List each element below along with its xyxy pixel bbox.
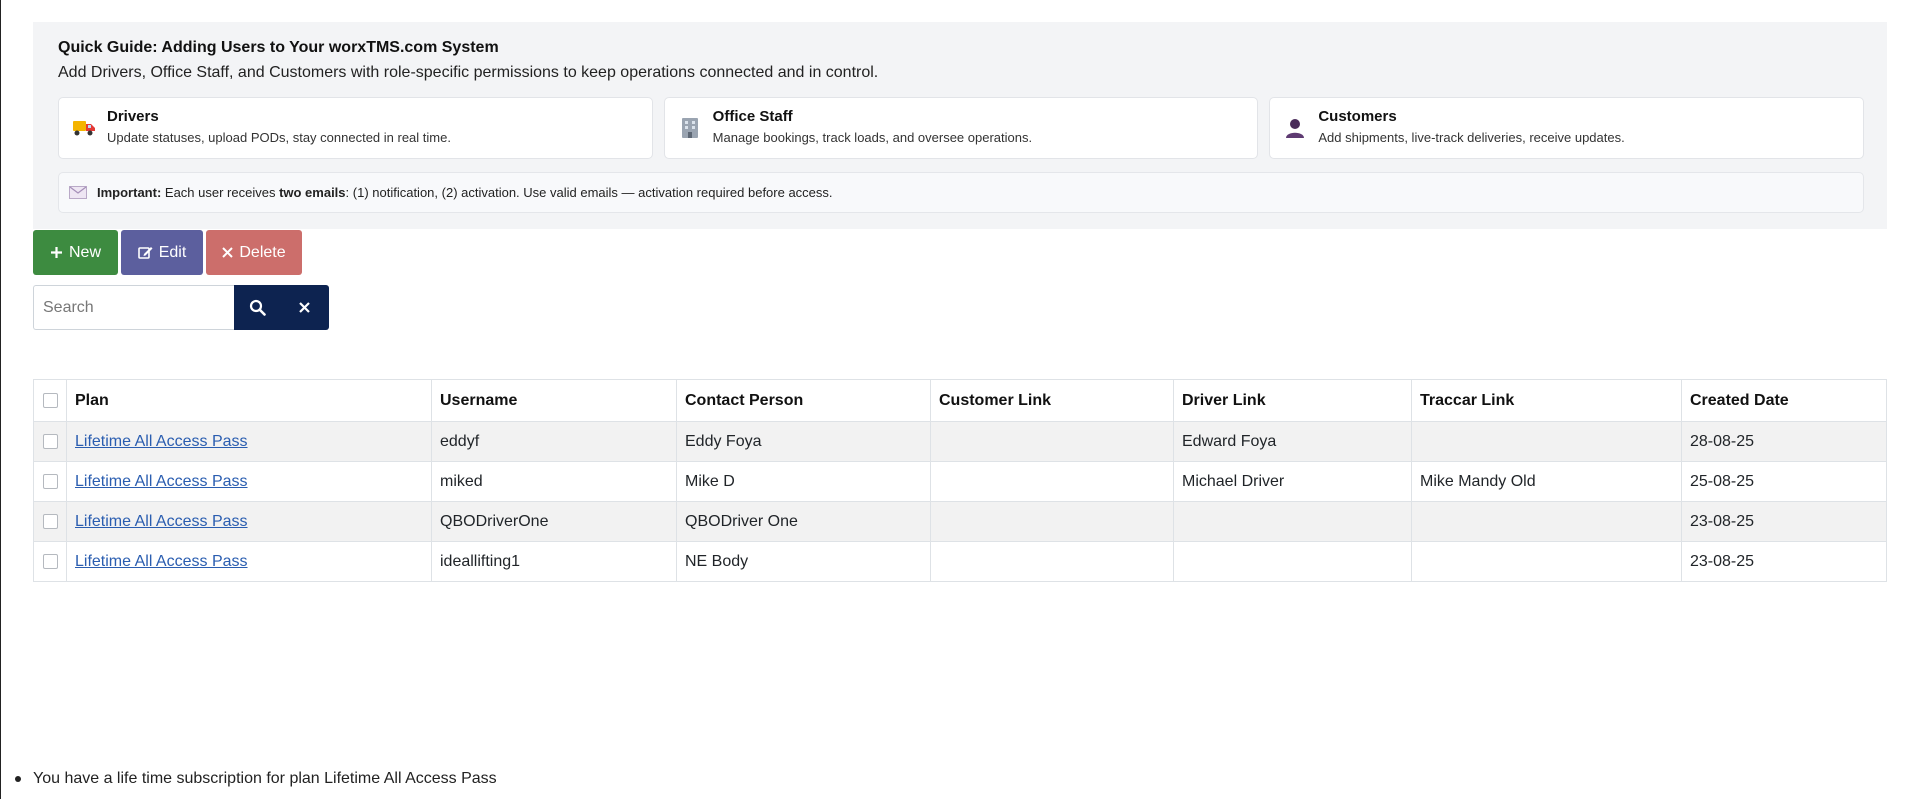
bullet-icon: [15, 776, 21, 782]
row-checkbox[interactable]: [42, 553, 58, 569]
card-description: Update statuses, upload PODs, stay conne…: [107, 130, 451, 145]
column-header-traccar-link[interactable]: Traccar Link: [1411, 379, 1682, 422]
plan-link[interactable]: Lifetime All Access Pass: [75, 473, 248, 490]
select-all-checkbox[interactable]: [42, 392, 58, 408]
username-cell: QBODriverOne: [431, 501, 677, 542]
delete-button-label: Delete: [239, 243, 286, 261]
column-header-created-date[interactable]: Created Date: [1681, 379, 1887, 422]
clear-search-button[interactable]: [281, 285, 328, 330]
row-select-cell: [33, 461, 67, 502]
card-title: Office Staff: [712, 108, 793, 125]
search-buttons: [234, 285, 329, 330]
truck-icon: [71, 115, 97, 141]
traccar-link-cell: [1411, 421, 1682, 462]
plan-link[interactable]: Lifetime All Access Pass: [75, 513, 248, 530]
quick-guide-panel: Quick Guide: Adding Users to Your worxTM…: [33, 22, 1887, 229]
edit-button[interactable]: Edit: [121, 230, 203, 275]
created-date-cell: 25-08-25: [1681, 461, 1887, 502]
plus-icon: [50, 247, 62, 258]
contact-cell: QBODriver One: [676, 501, 931, 542]
delete-button[interactable]: Delete: [206, 230, 302, 275]
new-button-label: New: [68, 243, 101, 261]
search-button[interactable]: [234, 285, 281, 330]
traccar-link-cell: [1411, 541, 1682, 582]
search-bar: [33, 285, 329, 330]
column-header-plan[interactable]: Plan: [66, 379, 432, 422]
column-header-customer-link[interactable]: Customer Link: [930, 379, 1174, 422]
row-checkbox[interactable]: [42, 433, 58, 449]
important-text-b: : (1) notification, (2) activation. Use …: [345, 185, 833, 200]
traccar-link-cell: [1411, 501, 1682, 542]
close-icon: [222, 247, 234, 258]
toolbar: New Edit Delete: [33, 230, 302, 275]
important-emphasis: two emails: [279, 185, 346, 200]
edit-button-label: Edit: [158, 243, 187, 261]
important-text-a: Each user receives: [161, 185, 280, 200]
new-button[interactable]: New: [33, 230, 118, 275]
created-date-cell: 23-08-25: [1681, 501, 1887, 542]
subscription-note: You have a life time subscription for pl…: [15, 770, 497, 788]
users-table: Plan Username Contact Person Customer Li…: [33, 379, 1887, 582]
table-row[interactable]: Lifetime All Access Pass QBODriverOne QB…: [33, 501, 1887, 542]
created-date-cell: 23-08-25: [1681, 541, 1887, 582]
customer-link-cell: [930, 461, 1174, 502]
close-icon: [299, 302, 310, 313]
plan-cell: Lifetime All Access Pass: [66, 501, 432, 542]
customer-link-cell: [930, 421, 1174, 462]
page: Quick Guide: Adding Users to Your worxTM…: [0, 0, 1911, 799]
person-icon: [1282, 115, 1308, 141]
card-description: Add shipments, live-track deliveries, re…: [1318, 130, 1625, 145]
customer-link-cell: [930, 541, 1174, 582]
contact-cell: Mike D: [676, 461, 931, 502]
username-cell: eddyf: [431, 421, 677, 462]
card-description: Manage bookings, track loads, and overse…: [712, 130, 1033, 145]
card-drivers: Drivers Update statuses, upload PODs, st…: [58, 97, 653, 159]
select-all-cell: [33, 379, 67, 422]
username-cell: miked: [431, 461, 677, 502]
plan-link[interactable]: Lifetime All Access Pass: [75, 553, 248, 570]
row-select-cell: [33, 421, 67, 462]
table-row[interactable]: Lifetime All Access Pass miked Mike D Mi…: [33, 461, 1887, 502]
role-cards: Drivers Update statuses, upload PODs, st…: [58, 97, 1865, 159]
row-select-cell: [33, 501, 67, 542]
driver-link-cell: [1173, 541, 1412, 582]
traccar-link-cell: Mike Mandy Old: [1411, 461, 1682, 502]
customer-link-cell: [930, 501, 1174, 542]
column-header-username[interactable]: Username: [431, 379, 677, 422]
important-note: Important: Each user receives two emails…: [58, 172, 1864, 213]
table-header-row: Plan Username Contact Person Customer Li…: [33, 379, 1887, 422]
edit-icon: [137, 247, 153, 259]
envelope-icon: [69, 186, 87, 199]
card-title: Customers: [1318, 108, 1397, 125]
plan-cell: Lifetime All Access Pass: [66, 461, 432, 502]
plan-cell: Lifetime All Access Pass: [66, 421, 432, 462]
important-label: Important:: [97, 185, 162, 200]
card-office-staff: Office Staff Manage bookings, track load…: [663, 97, 1259, 159]
card-customers: Customers Add shipments, live-track deli…: [1269, 97, 1865, 159]
contact-cell: Eddy Foya: [676, 421, 931, 462]
subscription-note-text: You have a life time subscription for pl…: [33, 770, 497, 787]
plan-link[interactable]: Lifetime All Access Pass: [75, 433, 248, 450]
driver-link-cell: Michael Driver: [1173, 461, 1412, 502]
column-header-driver-link[interactable]: Driver Link: [1173, 379, 1412, 422]
table-row[interactable]: Lifetime All Access Pass ideallifting1 N…: [33, 541, 1887, 582]
row-checkbox[interactable]: [42, 473, 58, 489]
row-checkbox[interactable]: [42, 513, 58, 529]
guide-subtitle: Add Drivers, Office Staff, and Customers…: [58, 64, 879, 81]
users-table-wrapper: Plan Username Contact Person Customer Li…: [33, 379, 1887, 582]
created-date-cell: 28-08-25: [1681, 421, 1887, 462]
table-row[interactable]: Lifetime All Access Pass eddyf Eddy Foya…: [33, 421, 1887, 462]
office-building-icon: [677, 115, 703, 141]
column-header-contact-person[interactable]: Contact Person: [676, 379, 931, 422]
plan-cell: Lifetime All Access Pass: [66, 541, 432, 582]
row-select-cell: [33, 541, 67, 582]
driver-link-cell: Edward Foya: [1173, 421, 1412, 462]
search-input[interactable]: [33, 285, 234, 330]
driver-link-cell: [1173, 501, 1412, 542]
card-title: Drivers: [107, 108, 159, 125]
contact-cell: NE Body: [676, 541, 931, 582]
search-icon: [249, 299, 266, 316]
guide-title: Quick Guide: Adding Users to Your worxTM…: [58, 39, 499, 56]
username-cell: ideallifting1: [431, 541, 677, 582]
